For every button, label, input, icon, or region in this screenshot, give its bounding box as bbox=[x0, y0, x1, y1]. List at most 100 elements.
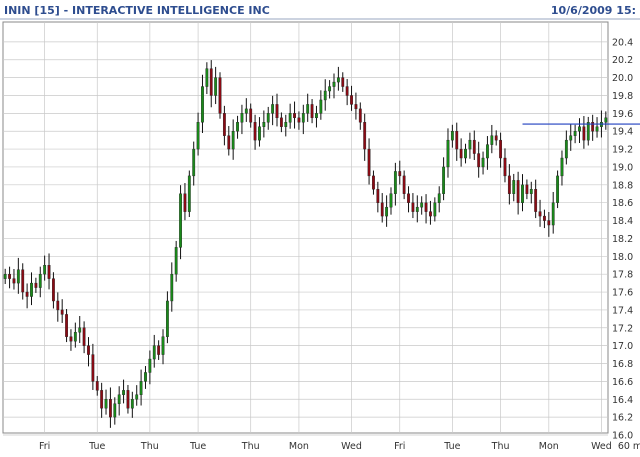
candle-body bbox=[437, 193, 441, 203]
y-tick-label: 16.8 bbox=[612, 359, 633, 370]
candle-body bbox=[507, 175, 511, 194]
candle-body bbox=[249, 108, 253, 123]
candle-body bbox=[573, 131, 577, 136]
x-tick-label: Fri bbox=[394, 441, 405, 452]
y-tick-label: 16.4 bbox=[612, 395, 633, 406]
candle-body bbox=[543, 215, 546, 221]
candle-body bbox=[376, 189, 380, 203]
candle-body bbox=[512, 180, 516, 194]
candle-body bbox=[109, 399, 112, 418]
candle-body bbox=[104, 399, 108, 409]
interval-label: 60 m bbox=[618, 441, 640, 452]
candle-body bbox=[34, 282, 38, 288]
candle-body bbox=[253, 122, 257, 141]
candle-body bbox=[288, 113, 292, 123]
candle-body bbox=[170, 273, 174, 302]
candle-body bbox=[8, 273, 11, 279]
candle-body bbox=[130, 399, 134, 409]
y-tick-label: 19.4 bbox=[612, 127, 633, 138]
y-tick-label: 19.6 bbox=[612, 109, 633, 120]
x-tick-label: Wed bbox=[341, 441, 362, 452]
x-tick-label: Mon bbox=[289, 441, 309, 452]
candle-body bbox=[564, 139, 568, 159]
y-tick-label: 20.4 bbox=[612, 37, 633, 48]
y-tick-label: 20.2 bbox=[612, 55, 633, 66]
candle-body bbox=[393, 171, 397, 194]
candle-body bbox=[450, 131, 454, 141]
candle-body bbox=[310, 104, 314, 119]
candle-body bbox=[521, 184, 524, 203]
candle-body bbox=[534, 189, 538, 212]
candle-body bbox=[258, 126, 261, 141]
candle-body bbox=[275, 104, 279, 119]
candle-body bbox=[319, 99, 323, 114]
candle-body bbox=[398, 171, 402, 177]
candle-body bbox=[354, 104, 358, 110]
candle-body bbox=[336, 77, 340, 83]
candle-body bbox=[328, 86, 332, 92]
candle-body bbox=[227, 135, 231, 150]
candle-body bbox=[236, 122, 239, 132]
candle-body bbox=[595, 126, 599, 132]
candle-body bbox=[60, 309, 64, 315]
candle-body bbox=[82, 327, 86, 346]
x-tick-label: Tue bbox=[443, 441, 460, 452]
candle-body bbox=[56, 300, 60, 311]
candle-body bbox=[122, 390, 125, 395]
y-tick-label: 17.6 bbox=[612, 288, 633, 299]
y-tick-label: 17.2 bbox=[612, 323, 633, 334]
candle-body bbox=[468, 139, 472, 150]
candle-body bbox=[135, 394, 139, 400]
candle-body bbox=[341, 77, 345, 87]
candle-body bbox=[196, 122, 200, 150]
y-tick-label: 18.0 bbox=[612, 252, 633, 263]
candle-body bbox=[38, 273, 42, 288]
x-tick-label: Fri bbox=[39, 441, 50, 452]
candle-body bbox=[586, 122, 590, 141]
candle-body bbox=[306, 104, 310, 114]
x-tick-label: Thu bbox=[491, 441, 510, 452]
candle-body bbox=[415, 206, 419, 212]
candle-body bbox=[266, 113, 270, 123]
x-tick-label: Wed bbox=[591, 441, 612, 452]
candle-body bbox=[139, 381, 143, 395]
price-chart: ININ [15] - INTERACTIVE INTELLIGENCE INC… bbox=[0, 0, 640, 457]
candle-body bbox=[345, 86, 349, 96]
candle-body bbox=[52, 278, 55, 302]
candle-body bbox=[350, 95, 353, 105]
candle-body bbox=[231, 131, 235, 150]
candle-body bbox=[165, 300, 169, 337]
candle-body bbox=[87, 345, 90, 355]
candle-body bbox=[389, 193, 393, 208]
candle-body bbox=[126, 390, 130, 409]
x-tick-label: Thu bbox=[140, 441, 159, 452]
y-tick-label: 19.2 bbox=[612, 145, 633, 156]
candle-body bbox=[271, 104, 275, 114]
candle-body bbox=[490, 135, 494, 145]
candle-body bbox=[65, 314, 68, 337]
candle-body bbox=[174, 247, 178, 275]
candle-body bbox=[157, 345, 161, 355]
candle-body bbox=[293, 113, 296, 119]
chart-date-label: 10/6/2009 15: bbox=[551, 4, 636, 17]
candle-body bbox=[315, 113, 318, 119]
candle-body bbox=[486, 144, 489, 159]
candle-body bbox=[3, 273, 7, 279]
candle-body bbox=[547, 220, 551, 226]
y-tick-label: 20.0 bbox=[612, 73, 633, 84]
candle-body bbox=[429, 211, 432, 217]
x-tick-label: Tue bbox=[88, 441, 105, 452]
candle-body bbox=[560, 157, 564, 177]
candle-body bbox=[100, 390, 104, 409]
candle-body bbox=[407, 193, 410, 203]
y-tick-label: 17.4 bbox=[612, 305, 633, 316]
candle-body bbox=[47, 265, 51, 279]
candle-body bbox=[358, 108, 362, 123]
x-tick-label: Tue bbox=[189, 441, 206, 452]
candle-body bbox=[43, 265, 47, 275]
candle-body bbox=[604, 117, 608, 123]
y-tick-label: 16.0 bbox=[612, 431, 633, 442]
y-tick-label: 18.4 bbox=[612, 216, 633, 227]
candle-body bbox=[477, 153, 481, 168]
candle-body bbox=[363, 122, 367, 150]
